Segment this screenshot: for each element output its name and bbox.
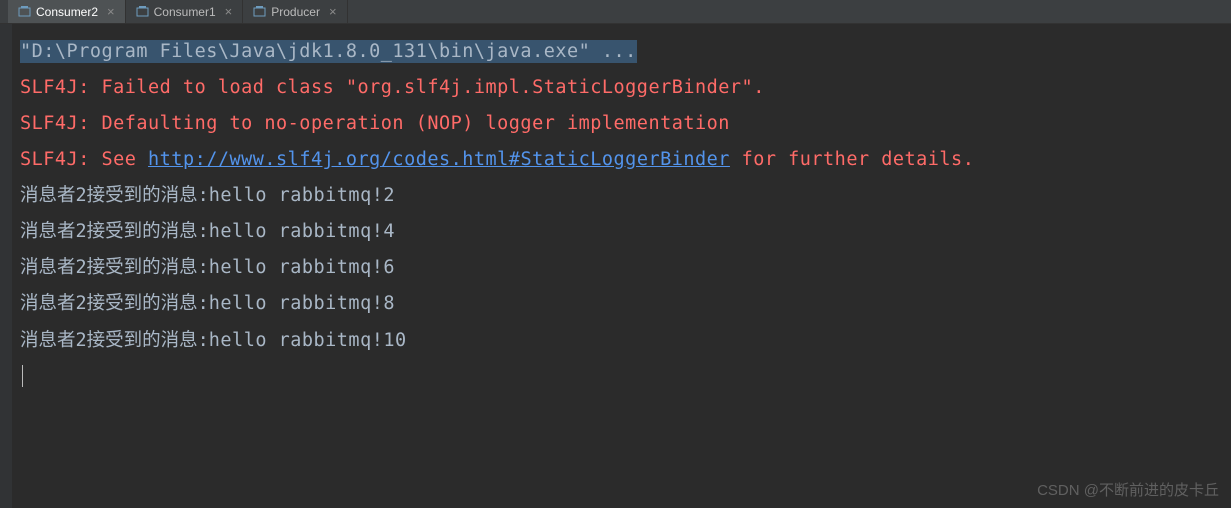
close-icon[interactable]: × [107,5,115,18]
run-icon [253,5,266,18]
error-line-3: SLF4J: See http://www.slf4j.org/codes.ht… [20,142,1221,178]
error-line-1: SLF4J: Failed to load class "org.slf4j.i… [20,70,1221,106]
cursor-line [20,359,1221,395]
error-line-2: SLF4J: Defaulting to no-operation (NOP) … [20,106,1221,142]
console-output[interactable]: "D:\Program Files\Java\jdk1.8.0_131\bin\… [0,24,1231,405]
run-icon [18,5,31,18]
tab-consumer2[interactable]: Consumer2 × [8,0,126,23]
output-line: 消息者2接受到的消息:hello rabbitmq!6 [20,250,1221,286]
close-icon[interactable]: × [329,5,337,18]
text-cursor [22,365,23,387]
watermark: CSDN @不断前进的皮卡丘 [1037,479,1219,500]
slf4j-link[interactable]: http://www.slf4j.org/codes.html#StaticLo… [148,149,730,170]
command-line: "D:\Program Files\Java\jdk1.8.0_131\bin\… [20,34,1221,70]
tab-producer[interactable]: Producer × [243,0,347,23]
tab-consumer1[interactable]: Consumer1 × [126,0,244,23]
output-line: 消息者2接受到的消息:hello rabbitmq!4 [20,214,1221,250]
output-line: 消息者2接受到的消息:hello rabbitmq!2 [20,178,1221,214]
close-icon[interactable]: × [225,5,233,18]
tab-label: Consumer2 [36,5,98,19]
tab-label: Producer [271,5,320,19]
tab-label: Consumer1 [154,5,216,19]
run-tabs: Consumer2 × Consumer1 × Producer × [0,0,1231,24]
output-line: 消息者2接受到的消息:hello rabbitmq!10 [20,323,1221,359]
output-line: 消息者2接受到的消息:hello rabbitmq!8 [20,286,1221,322]
run-icon [136,5,149,18]
gutter [0,24,12,508]
